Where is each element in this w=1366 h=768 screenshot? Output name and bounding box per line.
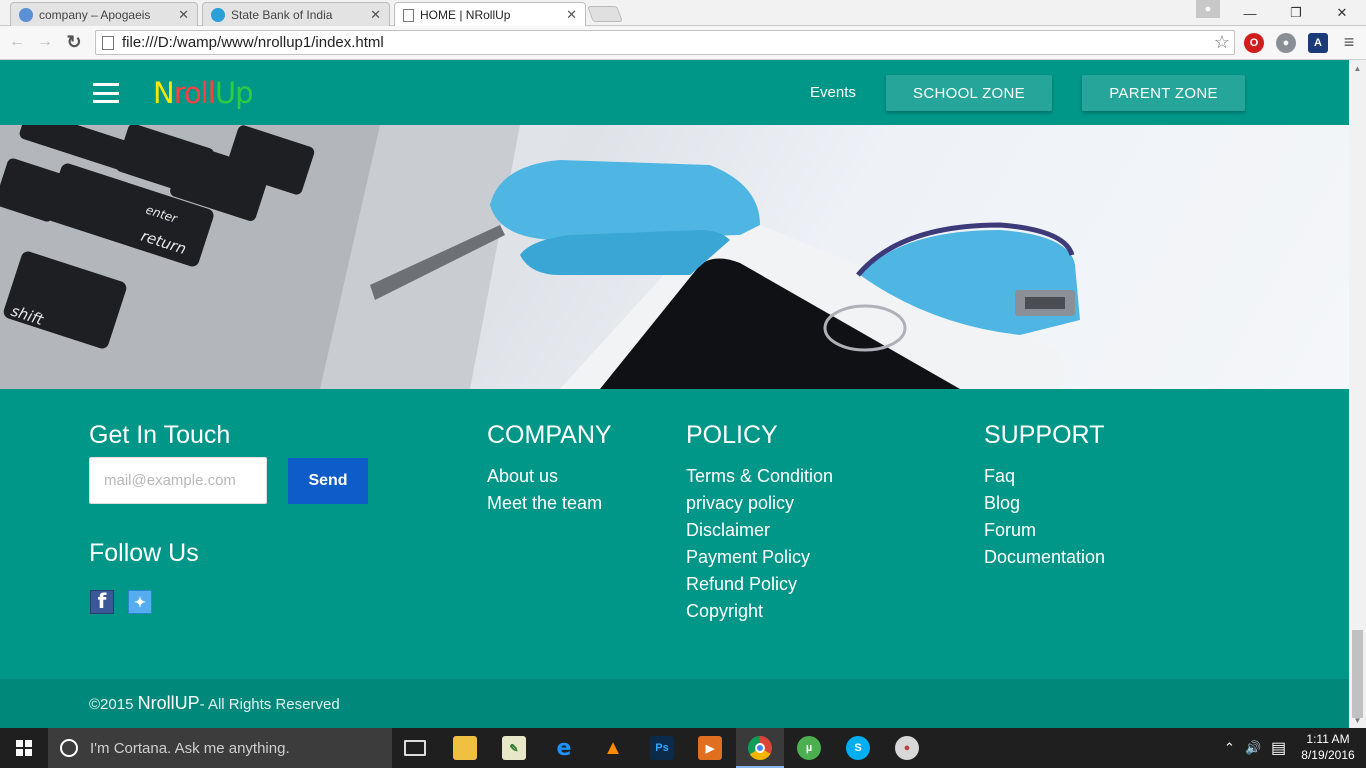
tab-title: company – Apogaeis (39, 7, 151, 22)
hamburger-menu-icon[interactable] (93, 83, 119, 103)
nrollup-logo[interactable]: NrollUp (153, 76, 253, 110)
opera-extension-icon[interactable]: O (1244, 33, 1264, 53)
payment-policy-link[interactable]: Payment Policy (686, 547, 810, 568)
support-heading: SUPPORT (984, 421, 1105, 449)
page-favicon-icon (403, 8, 414, 22)
send-button[interactable]: Send (288, 458, 368, 504)
cortana-placeholder: I'm Cortana. Ask me anything. (90, 739, 290, 757)
notifications-icon[interactable]: ▤ (1271, 728, 1286, 768)
twitter-icon[interactable]: ✦ (128, 590, 152, 614)
company-heading: COMPANY (487, 421, 612, 449)
new-tab-button[interactable] (587, 6, 623, 22)
restore-button[interactable]: ❐ (1273, 0, 1319, 26)
copyright-link[interactable]: Copyright (686, 601, 763, 622)
sbi-favicon-icon (211, 7, 225, 22)
back-arrow-icon[interactable]: ← (6, 31, 28, 53)
tab-close-icon[interactable]: ✕ (178, 7, 189, 23)
documentation-link[interactable]: Documentation (984, 547, 1105, 568)
hero-illustration: return enter shift (0, 125, 1080, 389)
media-player-icon[interactable]: ▶ (698, 736, 722, 760)
policy-heading: POLICY (686, 421, 778, 449)
utorrent-icon[interactable]: µ (797, 736, 821, 760)
scroll-thumb[interactable] (1352, 630, 1363, 718)
reload-icon[interactable]: ↻ (63, 31, 85, 53)
tab-title: State Bank of India (231, 7, 333, 22)
browser-tab-nrollup[interactable]: HOME | NRollUp ✕ (394, 2, 586, 27)
minimize-button[interactable]: — (1227, 0, 1273, 26)
clock-date: 8/19/2016 (1301, 748, 1355, 762)
extension-a-icon[interactable]: A (1308, 33, 1328, 53)
forum-link[interactable]: Forum (984, 520, 1036, 541)
skype-icon[interactable]: S (846, 736, 870, 760)
apogaeis-favicon-icon (19, 7, 33, 22)
get-in-touch-heading: Get In Touch (89, 421, 231, 449)
browser-tab-apogaeis[interactable]: company – Apogaeis ✕ (10, 2, 198, 26)
tab-close-icon[interactable]: ✕ (566, 7, 577, 23)
copyright-brand: NrollUP (137, 693, 200, 713)
disclaimer-link[interactable]: Disclaimer (686, 520, 770, 541)
forward-arrow-icon[interactable]: → (34, 31, 56, 53)
site-header: NrollUp Events SCHOOL ZONE PARENT ZONE (0, 60, 1349, 125)
scroll-down-icon[interactable]: ▼ (1349, 712, 1366, 728)
site-footer: Get In Touch Send Follow Us f ✦ COMPANY … (0, 389, 1349, 679)
clock-time: 1:11 AM (1306, 732, 1350, 746)
cortana-search-box[interactable]: I'm Cortana. Ask me anything. (48, 728, 392, 768)
browser-toolbar: ← → ↻ ☆ O ● A ≡ (0, 26, 1366, 60)
blog-link[interactable]: Blog (984, 493, 1020, 514)
tab-close-icon[interactable]: ✕ (370, 7, 381, 23)
refund-policy-link[interactable]: Refund Policy (686, 574, 797, 595)
show-hidden-icons-icon[interactable]: ⌃ (1224, 728, 1235, 768)
chrome-icon[interactable] (748, 736, 772, 760)
windows-taskbar: I'm Cortana. Ask me anything. ✎ e ▲ Ps ▶… (0, 728, 1366, 768)
hero-image: return enter shift (0, 125, 1349, 389)
bookmark-star-icon[interactable]: ☆ (1214, 32, 1230, 53)
task-view-icon[interactable] (404, 740, 426, 756)
paint-icon[interactable]: ● (895, 736, 919, 760)
copyright-bar: ©2015 NrollUP- All Rights Reserved (0, 679, 1349, 728)
email-field[interactable] (89, 457, 267, 504)
browser-tabstrip: company – Apogaeis ✕ State Bank of India… (0, 0, 1366, 27)
school-zone-button[interactable]: SCHOOL ZONE (886, 75, 1052, 111)
edge-browser-icon[interactable]: e (552, 736, 576, 761)
page-viewport: NrollUp Events SCHOOL ZONE PARENT ZONE r… (0, 60, 1366, 728)
scroll-up-icon[interactable]: ▲ (1349, 60, 1366, 76)
tab-title: HOME | NRollUp (420, 8, 511, 22)
close-window-button[interactable]: ✕ (1319, 0, 1365, 26)
file-explorer-icon[interactable] (453, 736, 477, 760)
about-us-link[interactable]: About us (487, 466, 558, 487)
follow-us-heading: Follow Us (89, 539, 199, 567)
cortana-icon (60, 739, 78, 757)
browser-tab-sbi[interactable]: State Bank of India ✕ (202, 2, 390, 26)
page-icon (102, 35, 114, 50)
facebook-icon[interactable]: f (90, 589, 114, 614)
url-input[interactable] (122, 34, 1214, 51)
address-bar[interactable]: ☆ (95, 30, 1235, 55)
terms-condition-link[interactable]: Terms & Condition (686, 466, 833, 487)
meet-the-team-link[interactable]: Meet the team (487, 493, 602, 514)
chrome-menu-icon[interactable]: ≡ (1338, 31, 1360, 53)
extension-globe-icon[interactable]: ● (1276, 33, 1296, 53)
volume-icon[interactable]: 🔊 (1245, 728, 1261, 768)
faq-link[interactable]: Faq (984, 466, 1015, 487)
vlc-icon[interactable]: ▲ (601, 736, 625, 760)
copyright-text: ©2015 NrollUP- All Rights Reserved (89, 693, 340, 713)
windows-logo-icon (16, 740, 32, 756)
start-button[interactable] (0, 728, 48, 768)
parent-zone-button[interactable]: PARENT ZONE (1082, 75, 1245, 111)
nav-events-link[interactable]: Events (810, 84, 856, 101)
privacy-policy-link[interactable]: privacy policy (686, 493, 794, 514)
page-scrollbar[interactable]: ▲ ▼ (1349, 60, 1366, 728)
photoshop-icon[interactable]: Ps (650, 736, 674, 760)
taskbar-clock[interactable]: 1:11 AM 8/19/2016 (1296, 731, 1360, 763)
user-profile-icon[interactable]: ● (1196, 0, 1220, 18)
notepad-icon[interactable]: ✎ (502, 736, 526, 760)
